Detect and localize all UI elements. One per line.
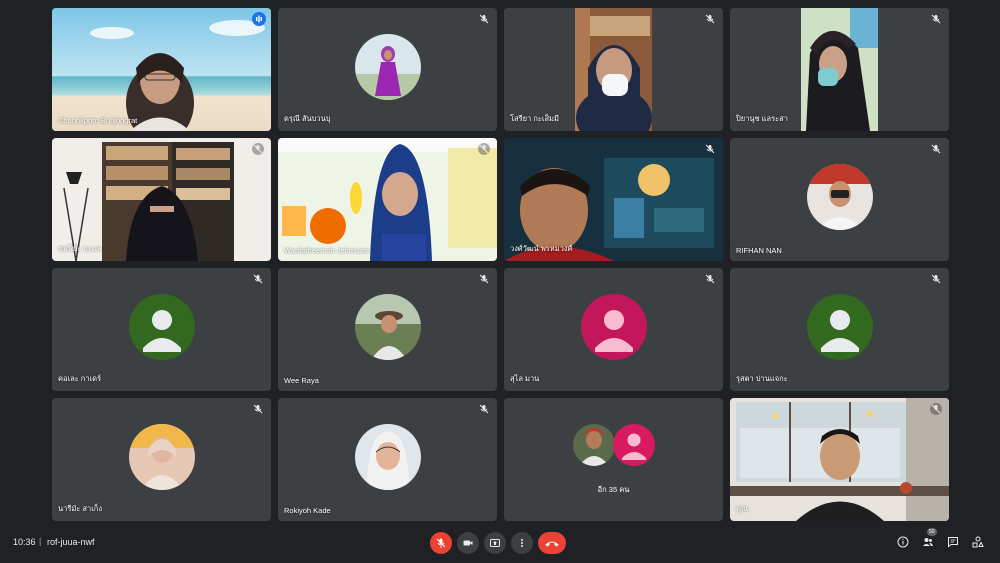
mic-off-icon: [705, 14, 715, 24]
participant-tile[interactable]: Wanfatheemoh Jehmuzor: [278, 138, 497, 261]
participant-tile[interactable]: คุณ: [730, 398, 949, 521]
participant-video: [730, 398, 949, 521]
activities-icon: [972, 536, 984, 548]
participant-name: Wee Raya: [284, 376, 319, 385]
participant-tile[interactable]: Rokiyoh Kade: [278, 398, 497, 521]
participant-avatar: [354, 293, 421, 360]
mic-off-icon: [478, 143, 490, 155]
meeting-code: rof-juua-nwf: [47, 537, 95, 547]
camera-icon: [463, 540, 473, 546]
participant-tile[interactable]: วงศ์วัฒน์ พรหมวงศ์: [504, 138, 723, 261]
present-screen-button[interactable]: [484, 532, 506, 554]
mic-off-icon: [705, 274, 715, 284]
hang-up-icon: [545, 541, 559, 547]
more-participants-label: อีก 35 คน: [597, 485, 630, 494]
participant-name: RIFHAN NAN: [736, 246, 782, 255]
participant-avatar: [128, 423, 195, 490]
participant-tile[interactable]: Chanokporn Bunjongrat: [52, 8, 271, 131]
more-participants-tile[interactable]: อีก 35 คน: [504, 398, 723, 521]
participant-avatar: [806, 163, 873, 230]
participant-tile[interactable]: Wee Raya: [278, 268, 497, 391]
present-icon: [490, 539, 500, 547]
participant-tile[interactable]: ซอฟีย๊ะ ยะแล: [52, 138, 271, 261]
participant-name: ปิยานุช แลระสา: [736, 114, 788, 123]
participant-name: Wanfatheemoh Jehmuzor: [284, 246, 370, 255]
chat-icon: [948, 537, 958, 548]
mic-off-icon: [931, 274, 941, 284]
participant-name: สุไล มาน: [510, 374, 540, 383]
participant-avatar: [572, 424, 615, 466]
people-count-badge: 50: [927, 528, 937, 536]
participant-tile[interactable]: ดรุณี สันบวนบุ: [278, 8, 497, 131]
participant-name: วงศ์วัฒน์ พรหมวงศ์: [510, 244, 573, 253]
participant-video: [52, 8, 271, 131]
participant-tile[interactable]: โสรียา กะเส็มมี: [504, 8, 723, 131]
participant-name: คุณ: [736, 504, 748, 513]
participant-avatar: [806, 293, 873, 360]
participant-name: โสรียา กะเส็มมี: [510, 114, 559, 123]
participant-tile[interactable]: รุสตา ปานแจกะ: [730, 268, 949, 391]
mic-off-icon: [479, 14, 489, 24]
participant-avatar: [354, 423, 421, 490]
participant-tile[interactable]: นารีมัะ สาเก็ง: [52, 398, 271, 521]
participant-grid: Chanokporn Bunjongrat ดรุณี สันบวนบุ โสร…: [52, 8, 949, 522]
mic-off-icon: [252, 143, 264, 155]
more-vert-icon: [521, 539, 523, 547]
mic-toggle-button[interactable]: [430, 532, 452, 554]
info-icon: [897, 536, 909, 548]
speaking-indicator-icon: [252, 12, 266, 26]
participant-name: ซอฟีย๊ะ ยะแล: [58, 244, 102, 253]
participant-tile[interactable]: ปิยานุช แลระสา: [730, 8, 949, 131]
meeting-details-button[interactable]: [895, 534, 911, 550]
participant-name: รุสตา ปานแจกะ: [736, 374, 788, 383]
separator: |: [39, 536, 42, 546]
people-icon: [923, 538, 933, 546]
mic-off-icon: [436, 538, 446, 548]
people-button[interactable]: [920, 534, 936, 550]
participant-avatar: [128, 293, 195, 360]
participant-tile[interactable]: สุไล มาน: [504, 268, 723, 391]
participant-tile[interactable]: คอเละ กาเดร์: [52, 268, 271, 391]
participant-avatar: [612, 424, 655, 466]
leave-call-button[interactable]: [538, 532, 566, 554]
camera-toggle-button[interactable]: [457, 532, 479, 554]
clock: 10:36: [13, 537, 36, 547]
participant-avatar: [354, 33, 421, 100]
participant-name: คอเละ กาเดร์: [58, 374, 102, 383]
mic-off-icon: [931, 144, 941, 154]
mic-off-icon: [930, 403, 942, 415]
more-participants-avatars: [504, 424, 723, 466]
chat-button[interactable]: [945, 534, 961, 550]
mic-off-icon: [479, 274, 489, 284]
more-options-button[interactable]: [511, 532, 533, 554]
mic-off-icon: [253, 404, 263, 414]
participant-avatar: [580, 293, 647, 360]
mic-off-icon: [705, 144, 715, 154]
participant-name: Chanokporn Bunjongrat: [58, 116, 138, 125]
participant-name: ดรุณี สันบวนบุ: [284, 114, 331, 123]
mic-off-icon: [253, 274, 263, 284]
participant-tile[interactable]: RIFHAN NAN: [730, 138, 949, 261]
mic-off-icon: [931, 14, 941, 24]
mic-off-icon: [479, 404, 489, 414]
participant-video: [278, 138, 497, 261]
participant-name: นารีมัะ สาเก็ง: [58, 504, 102, 513]
participant-name: Rokiyoh Kade: [284, 506, 331, 515]
control-bar: 10:36 | rof-juua-nwf 50: [0, 526, 1000, 563]
activities-button[interactable]: [970, 534, 986, 550]
